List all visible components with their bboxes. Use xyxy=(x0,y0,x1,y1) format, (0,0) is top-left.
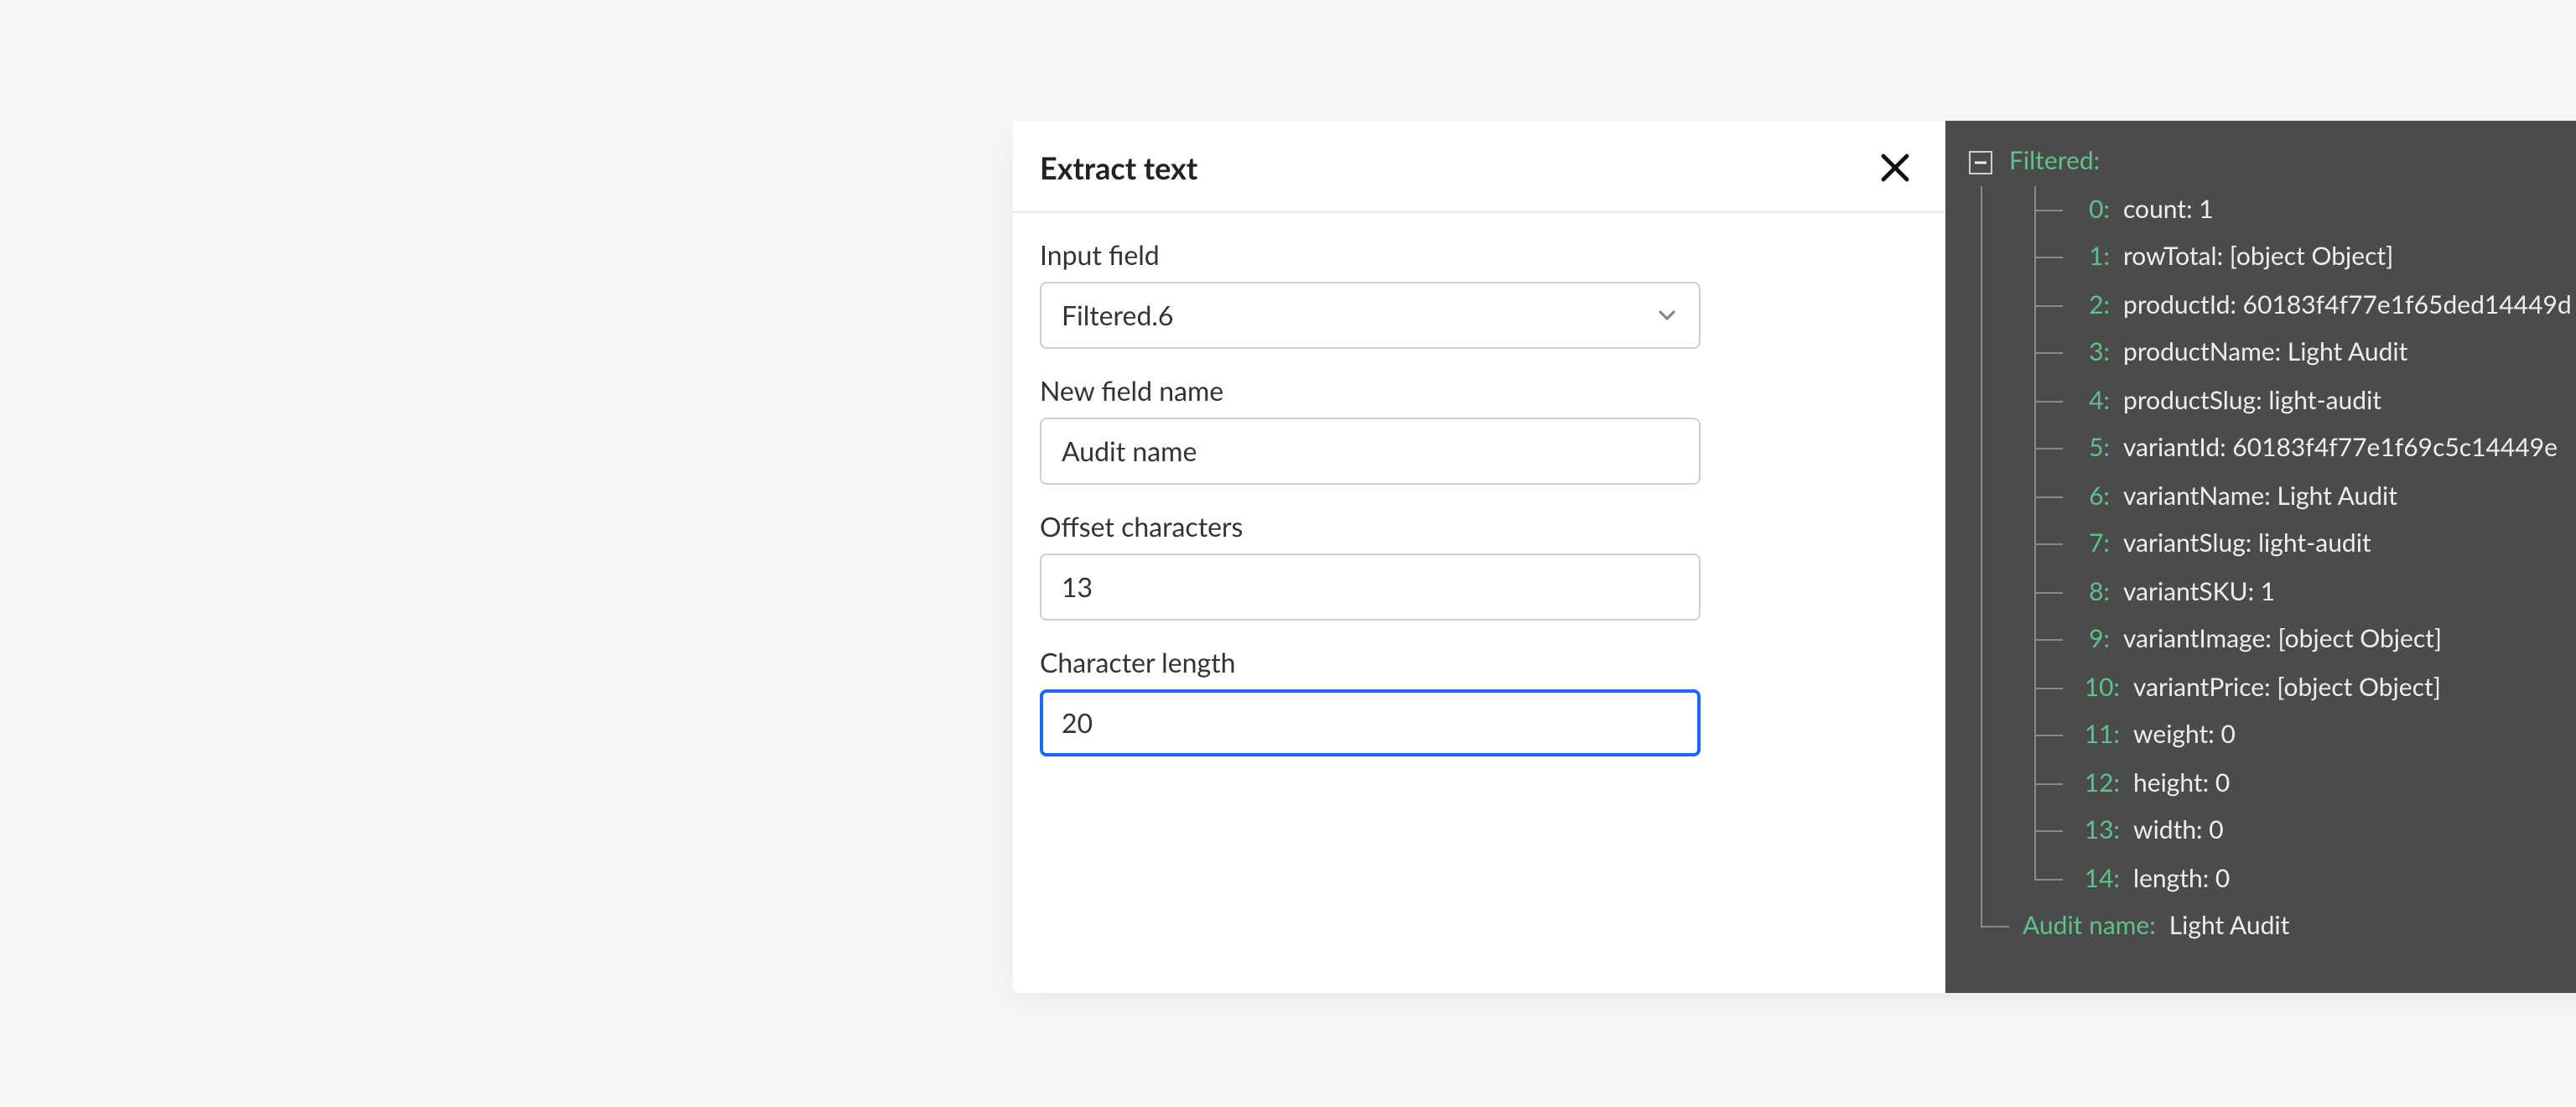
tree-item: 13: width: 0 xyxy=(2036,807,2576,855)
tree-result-row: Audit name: Light Audit xyxy=(1982,902,2576,950)
tree-item: 3: productName: Light Audit xyxy=(2036,329,2576,377)
new-field-name-input[interactable]: Audit name xyxy=(1040,418,1701,485)
tree-item-value: productName: Light Audit xyxy=(2123,329,2407,377)
offset-input[interactable]: 13 xyxy=(1040,554,1701,621)
tree-item-index: 13: xyxy=(2076,807,2120,855)
tree-item-index: 5: xyxy=(2076,424,2110,472)
tree-item-index: 4: xyxy=(2076,377,2110,424)
close-button[interactable] xyxy=(1872,144,1919,191)
tree-item-value: length: 0 xyxy=(2133,855,2230,902)
tree-item-index: 8: xyxy=(2076,568,2110,616)
offset-label: Offset characters xyxy=(1040,512,1919,543)
tree-item-value: width: 0 xyxy=(2133,807,2224,855)
tree-item: 11: weight: 0 xyxy=(2036,711,2576,759)
preview-tree: Filtered: 0: count: 1 1: rowTotal: [object … xyxy=(1969,138,2576,950)
tree-item-value: productSlug: light-audit xyxy=(2123,377,2381,424)
tree-item: 2: productId: 60183f4f77e1f65ded14449d xyxy=(2036,281,2576,329)
tree-item-value: variantId: 60183f4f77e1f69c5c14449e xyxy=(2123,424,2558,472)
tree-item-index: 0: xyxy=(2076,185,2110,233)
tree-item: 7: variantSlug: light-audit xyxy=(2036,520,2576,568)
tree-item-index: 14: xyxy=(2076,855,2120,902)
chevron-down-icon xyxy=(1655,304,1679,327)
panel-title: Extract text xyxy=(1040,149,1197,186)
panel-header: Extract text xyxy=(1013,121,1945,213)
filtered-children: 0: count: 1 1: rowTotal: [object Object] 2: p… xyxy=(2034,185,2576,902)
tree-item-value: weight: 0 xyxy=(2133,711,2236,759)
length-label: Character length xyxy=(1040,647,1919,679)
tree-item: 12: height: 0 xyxy=(2036,759,2576,807)
tree-item-index: 2: xyxy=(2076,281,2110,329)
new-field-name-label: New field name xyxy=(1040,376,1919,408)
tree-item-value: variantImage: [object Object] xyxy=(2123,616,2442,663)
tree-item-value: height: 0 xyxy=(2133,759,2230,807)
tree-item-index: 12: xyxy=(2076,759,2120,807)
input-field-label: Input field xyxy=(1040,240,1919,272)
result-value: Light Audit xyxy=(2169,902,2290,950)
input-field-select[interactable]: Filtered.6 xyxy=(1040,282,1701,349)
tree-root-children: 0: count: 1 1: rowTotal: [object Object] 2: p… xyxy=(1981,185,2576,950)
close-icon xyxy=(1878,164,1912,190)
tree-item-index: 3: xyxy=(2076,329,2110,377)
tree-item: 6: variantName: Light Audit xyxy=(2036,472,2576,520)
tree-item-index: 10: xyxy=(2076,663,2120,711)
tree-item: 14: length: 0 xyxy=(2036,855,2576,902)
tree-item: 8: variantSKU: 1 xyxy=(2036,568,2576,616)
tree-item-index: 1: xyxy=(2076,233,2110,281)
tree-item: 4: productSlug: light-audit xyxy=(2036,377,2576,424)
length-input[interactable]: 20 xyxy=(1040,689,1701,756)
preview-pane: Filtered: 0: count: 1 1: rowTotal: [object … xyxy=(1945,121,2576,993)
tree-item-value: productId: 60183f4f77e1f65ded14449d xyxy=(2123,281,2572,329)
tree-item-value: variantSlug: light-audit xyxy=(2123,520,2371,568)
tree-item-value: count: 1 xyxy=(2123,185,2214,233)
tree-item-value: variantSKU: 1 xyxy=(2123,568,2275,616)
tree-item-index: 7: xyxy=(2076,520,2110,568)
length-group: Character length 20 xyxy=(1040,647,1919,756)
result-key: Audit name: xyxy=(2023,902,2156,950)
tree-item: 0: count: 1 xyxy=(2036,185,2576,233)
length-value: 20 xyxy=(1062,707,1093,739)
offset-value: 13 xyxy=(1062,571,1093,603)
tree-item: 9: variantImage: [object Object] xyxy=(2036,616,2576,663)
tree-item-value: variantPrice: [object Object] xyxy=(2133,663,2441,711)
new-field-name-group: New field name Audit name xyxy=(1040,376,1919,485)
new-field-name-value: Audit name xyxy=(1062,435,1197,467)
tree-item: 10: variantPrice: [object Object] xyxy=(2036,663,2576,711)
extract-text-panel: Extract text Input field Filtered.6 xyxy=(1013,121,2576,993)
config-pane: Extract text Input field Filtered.6 xyxy=(1013,121,1945,993)
tree-item: 5: variantId: 60183f4f77e1f69c5c14449e xyxy=(2036,424,2576,472)
tree-item-value: variantName: Light Audit xyxy=(2123,472,2397,520)
tree-item: 1: rowTotal: [object Object] xyxy=(2036,233,2576,281)
tree-item-index: 9: xyxy=(2076,616,2110,663)
offset-group: Offset characters 13 xyxy=(1040,512,1919,621)
input-field-group: Input field Filtered.6 xyxy=(1040,240,1919,349)
tree-item-value: rowTotal: [object Object] xyxy=(2123,233,2393,281)
tree-root: Filtered: xyxy=(1969,138,2576,185)
tree-item-index: 11: xyxy=(2076,711,2120,759)
tree-collapse-toggle[interactable] xyxy=(1969,152,1992,175)
config-form: Input field Filtered.6 New field name Au… xyxy=(1013,213,1945,810)
tree-item-index: 6: xyxy=(2076,472,2110,520)
input-field-value: Filtered.6 xyxy=(1062,299,1174,331)
tree-root-label: Filtered: xyxy=(2009,138,2100,185)
